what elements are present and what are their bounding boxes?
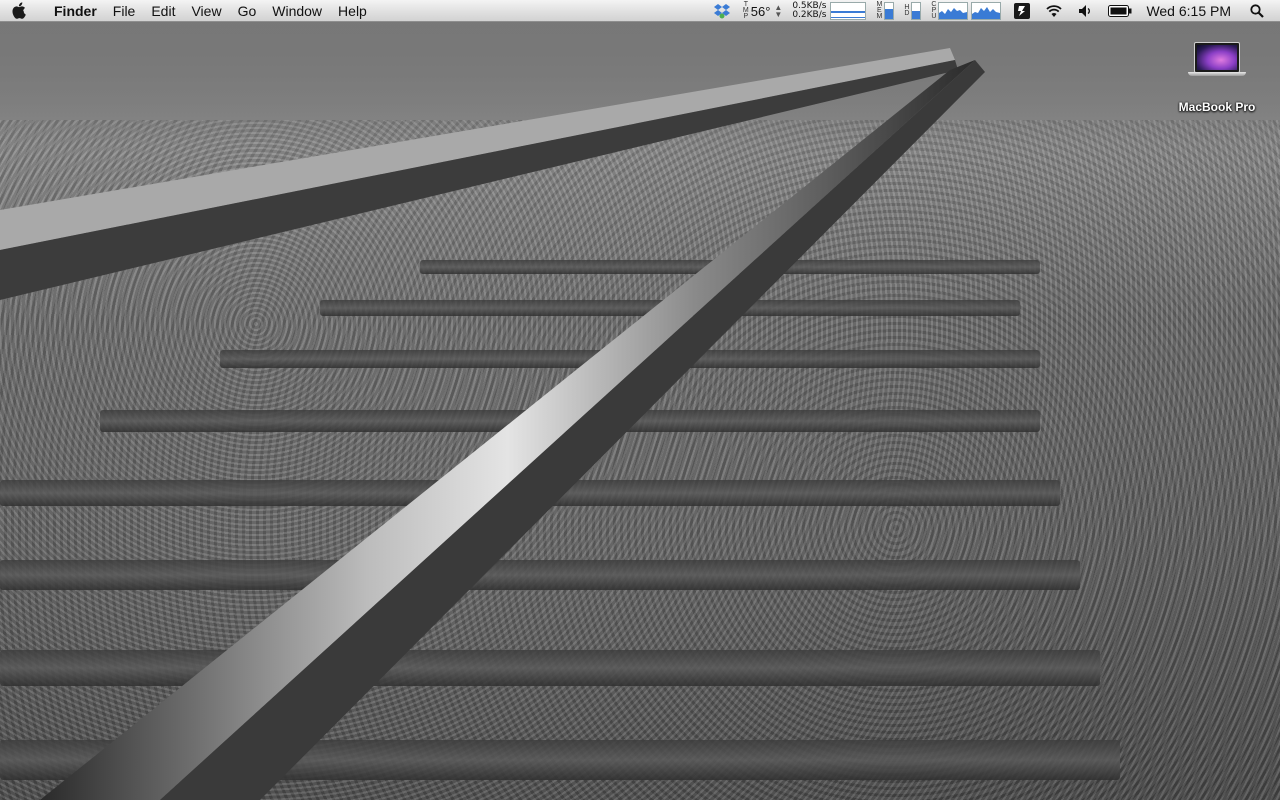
menu-bar-extras: T M P 56° ▲ ▼ 0.5KB/s 0.2KB/s M E M H D … (706, 0, 1280, 22)
network-graph (830, 2, 867, 20)
network-monitor[interactable]: 0.5KB/s 0.2KB/s (787, 0, 871, 22)
desktop-icon-label: MacBook Pro (1178, 100, 1256, 114)
wifi-status[interactable] (1038, 0, 1070, 22)
menu-edit[interactable]: Edit (143, 0, 183, 22)
memory-label: M E M (876, 1, 883, 20)
menu-window[interactable]: Window (264, 0, 330, 22)
apple-menu-icon[interactable] (0, 0, 36, 22)
menu-view[interactable]: View (183, 0, 229, 22)
cpu-label: C P U (931, 1, 937, 20)
volume-control[interactable] (1070, 0, 1102, 22)
temperature-monitor[interactable]: T M P 56° ▲ ▼ (738, 0, 787, 22)
battery-status[interactable] (1102, 0, 1138, 22)
memory-meter-fill (885, 9, 894, 19)
wallpaper-rails (0, 48, 985, 800)
temperature-value: 56° (750, 3, 771, 19)
search-icon (1246, 0, 1268, 22)
laptop-base (1188, 72, 1246, 76)
disk-meter (911, 2, 922, 20)
download-rate: 0.2KB/s (792, 10, 827, 20)
disk-label-letter: D (904, 10, 910, 17)
dropbox-status[interactable] (706, 0, 738, 22)
memory-monitor[interactable]: M E M (871, 0, 899, 22)
cpu-graph-2 (971, 2, 1002, 20)
disk-label: H D (904, 4, 910, 17)
temperature-label: T M P (743, 1, 749, 20)
laptop-icon (1188, 40, 1246, 80)
desktop-icon-macbook-pro[interactable]: MacBook Pro (1170, 40, 1264, 114)
menu-go[interactable]: Go (230, 0, 265, 22)
network-rates: 0.5KB/s 0.2KB/s (792, 2, 826, 20)
menu-file[interactable]: File (105, 0, 144, 22)
memory-meter (884, 2, 895, 20)
temperature-label-letter: P (743, 13, 749, 20)
disk-monitor[interactable]: H D (899, 0, 926, 22)
cpu-label-letter: U (931, 13, 937, 20)
menu-app-name[interactable]: Finder (36, 0, 105, 22)
memory-label-letter: M (876, 13, 883, 20)
cpu-monitor[interactable]: C P U (926, 0, 1006, 22)
menu-bar: Finder File Edit View Go Window Help T M… (0, 0, 1280, 22)
laptop-screen (1194, 42, 1240, 73)
menu-bar-left: Finder File Edit View Go Window Help (0, 0, 375, 22)
cpu-graph-1 (938, 2, 969, 20)
sort-arrows-icon: ▲ ▼ (774, 3, 783, 19)
desktop-background (0, 0, 1280, 800)
laptop-wallpaper (1197, 45, 1237, 70)
dropbox-icon (711, 0, 733, 22)
spotlight-button[interactable] (1241, 0, 1280, 22)
battery-icon (1107, 0, 1133, 22)
menu-help[interactable]: Help (330, 0, 375, 22)
app-extra-icon (1011, 0, 1033, 22)
disk-meter-fill (912, 11, 921, 19)
menu-extra-app[interactable] (1006, 0, 1038, 22)
menu-clock[interactable]: Wed 6:15 PM (1138, 3, 1241, 19)
speaker-icon (1075, 0, 1097, 22)
wifi-icon (1043, 0, 1065, 22)
